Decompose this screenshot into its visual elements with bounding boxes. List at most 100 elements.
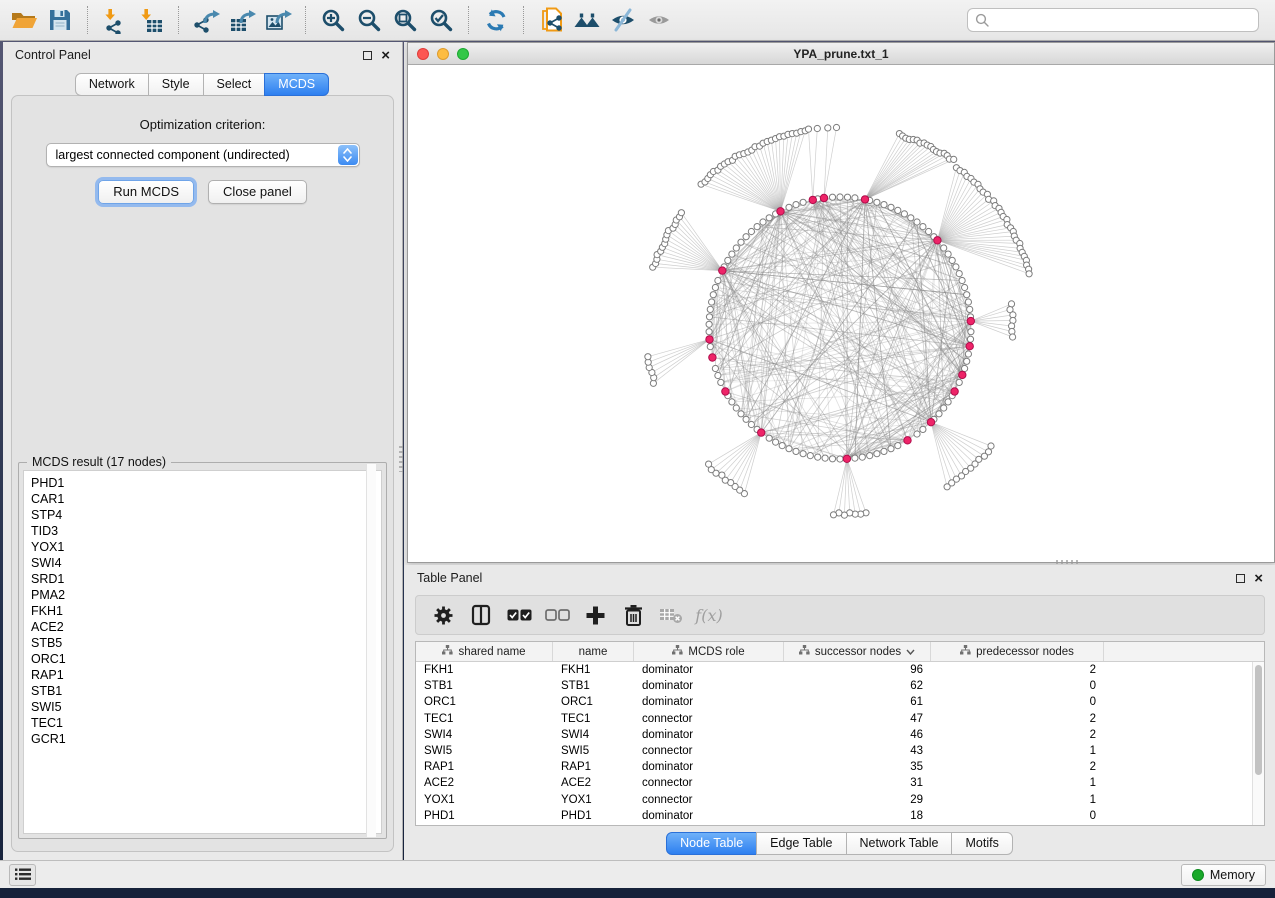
show-all-icon[interactable]: [641, 3, 677, 37]
cell-shared-name: TEC1: [416, 713, 553, 725]
result-list-scrollbar[interactable]: [366, 464, 376, 837]
memory-button[interactable]: Memory: [1181, 864, 1266, 886]
table-row[interactable]: RAP1RAP1dominator352: [416, 759, 1252, 775]
result-node-item[interactable]: SRD1: [31, 571, 381, 587]
main-toolbar: [0, 0, 1275, 41]
result-node-item[interactable]: ORC1: [31, 651, 381, 667]
network-graph[interactable]: [408, 65, 1274, 562]
float-window-icon[interactable]: [1236, 574, 1245, 583]
table-row[interactable]: ORC1ORC1dominator610: [416, 694, 1252, 710]
first-neighbors-icon[interactable]: [569, 3, 605, 37]
tab-select[interactable]: Select: [203, 73, 266, 96]
window-close-icon[interactable]: [417, 48, 429, 60]
task-history-button[interactable]: [9, 864, 36, 886]
window-minimize-icon[interactable]: [437, 48, 449, 60]
export-image-icon[interactable]: [260, 3, 296, 37]
close-panel-icon[interactable]: ×: [1254, 574, 1263, 583]
result-node-item[interactable]: FKH1: [31, 603, 381, 619]
table-scrollbar-thumb[interactable]: [1255, 665, 1262, 775]
column-header-MCDS-role[interactable]: MCDS role: [634, 642, 784, 661]
tab-style[interactable]: Style: [148, 73, 204, 96]
tab-node-table[interactable]: Node Table: [666, 832, 757, 855]
column-header-successor-nodes[interactable]: successor nodes: [784, 642, 931, 661]
table-row[interactable]: TEC1TEC1connector472: [416, 711, 1252, 727]
run-mcds-button[interactable]: Run MCDS: [98, 180, 194, 204]
tab-mcds[interactable]: MCDS: [264, 73, 329, 96]
cell-name: SWI5: [553, 745, 634, 757]
table-row[interactable]: SWI5SWI5connector431: [416, 743, 1252, 759]
refresh-view-icon[interactable]: [478, 3, 514, 37]
tab-edge-table[interactable]: Edge Table: [756, 832, 846, 855]
result-node-item[interactable]: STP4: [31, 507, 381, 523]
result-node-item[interactable]: GCR1: [31, 731, 381, 747]
mcds-tab-content: Optimization criterion: largest connecte…: [11, 95, 394, 852]
zoom-in-icon[interactable]: [315, 3, 351, 37]
window-maximize-icon[interactable]: [457, 48, 469, 60]
table-row[interactable]: PHD1PHD1dominator180: [416, 808, 1252, 824]
cell-shared-name: YOX1: [416, 794, 553, 806]
save-session-icon[interactable]: [42, 3, 78, 37]
cell-name: PHD1: [553, 810, 634, 822]
result-node-item[interactable]: STB5: [31, 635, 381, 651]
new-network-from-selection-icon[interactable]: [533, 3, 569, 37]
cell-successor-nodes: 61: [784, 696, 931, 708]
table-row[interactable]: STB1STB1dominator620: [416, 678, 1252, 694]
show-columns-icon[interactable]: [462, 598, 500, 632]
table-settings-icon[interactable]: [424, 598, 462, 632]
search-box[interactable]: [967, 8, 1259, 32]
result-node-item[interactable]: PHD1: [31, 475, 381, 491]
table-row[interactable]: YOX1YOX1connector291: [416, 792, 1252, 808]
open-folder-icon[interactable]: [6, 3, 42, 37]
cell-name: RAP1: [553, 761, 634, 773]
export-network-icon[interactable]: [188, 3, 224, 37]
control-panel-title: Control Panel: [15, 48, 363, 62]
result-node-item[interactable]: TEC1: [31, 715, 381, 731]
cell-MCDS-role: dominator: [634, 696, 784, 708]
result-node-item[interactable]: PMA2: [31, 587, 381, 603]
result-node-item[interactable]: SWI5: [31, 699, 381, 715]
tab-network-table[interactable]: Network Table: [846, 832, 953, 855]
result-node-item[interactable]: YOX1: [31, 539, 381, 555]
table-splitter-grip[interactable]: [1056, 560, 1078, 564]
network-window-titlebar[interactable]: YPA_prune.txt_1: [408, 43, 1274, 65]
mcds-result-list[interactable]: PHD1CAR1STP4TID3YOX1SWI4SRD1PMA2FKH1ACE2…: [23, 470, 382, 834]
table-row[interactable]: SWI4SWI4dominator462: [416, 727, 1252, 743]
zoom-fit-icon[interactable]: [387, 3, 423, 37]
add-row-icon[interactable]: [576, 598, 614, 632]
close-panel-button[interactable]: Close panel: [208, 180, 307, 204]
export-table-icon[interactable]: [224, 3, 260, 37]
tab-motifs[interactable]: Motifs: [951, 832, 1012, 855]
cell-predecessor-nodes: 1: [931, 794, 1104, 806]
cell-successor-nodes: 62: [784, 680, 931, 692]
result-node-item[interactable]: ACE2: [31, 619, 381, 635]
optimization-criterion-dropdown[interactable]: largest connected component (undirected): [46, 143, 360, 167]
optimization-criterion-value: largest connected component (undirected): [56, 148, 290, 162]
search-input[interactable]: [994, 13, 1251, 27]
result-node-item[interactable]: CAR1: [31, 491, 381, 507]
panel-splitter-grip[interactable]: [399, 446, 403, 472]
result-node-item[interactable]: SWI4: [31, 555, 381, 571]
float-window-icon[interactable]: [363, 51, 372, 60]
delete-row-icon[interactable]: [614, 598, 652, 632]
result-node-item[interactable]: STB1: [31, 683, 381, 699]
column-header-shared-name[interactable]: shared name: [416, 642, 553, 661]
result-node-item[interactable]: TID3: [31, 523, 381, 539]
import-network-icon[interactable]: [97, 3, 133, 37]
table-row[interactable]: FKH1FKH1dominator962: [416, 662, 1252, 678]
zoom-out-icon[interactable]: [351, 3, 387, 37]
cell-MCDS-role: dominator: [634, 680, 784, 692]
tab-network[interactable]: Network: [75, 73, 149, 96]
hide-selected-icon[interactable]: [605, 3, 641, 37]
column-header-name[interactable]: name: [553, 642, 634, 661]
column-header-predecessor-nodes[interactable]: predecessor nodes: [931, 642, 1104, 661]
zoom-selected-icon[interactable]: [423, 3, 459, 37]
result-node-item[interactable]: RAP1: [31, 667, 381, 683]
close-panel-icon[interactable]: ×: [381, 51, 390, 60]
import-table-icon[interactable]: [133, 3, 169, 37]
select-all-checkboxes-icon[interactable]: [500, 598, 538, 632]
network-canvas[interactable]: [408, 65, 1274, 562]
table-row[interactable]: ACE2ACE2connector311: [416, 775, 1252, 791]
table-scrollbar[interactable]: [1252, 662, 1264, 825]
cell-successor-nodes: 35: [784, 761, 931, 773]
unselect-all-checkboxes-icon[interactable]: [538, 598, 576, 632]
